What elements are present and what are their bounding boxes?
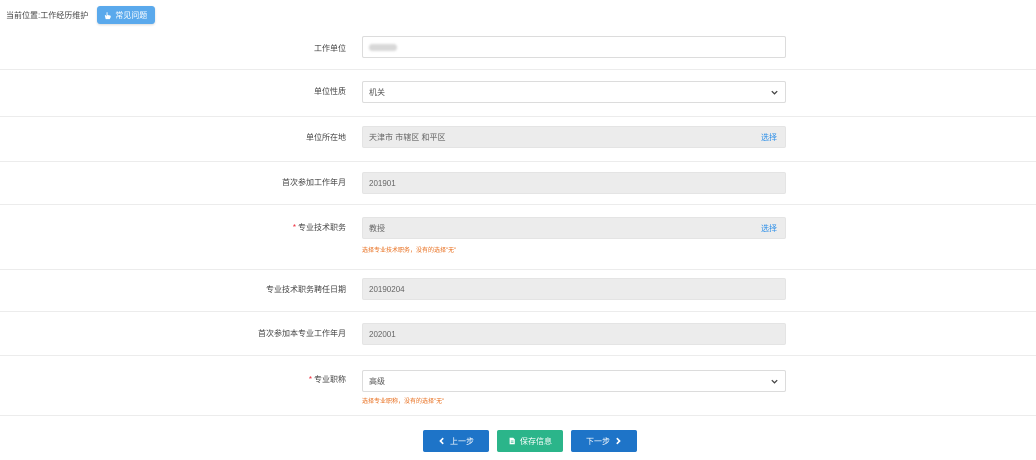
form-row-work-unit: 工作单位 (0, 30, 1036, 70)
next-step-button[interactable]: 下一步 (571, 430, 637, 452)
breadcrumb: 当前位置: 工作经历维护 常见问题 (6, 6, 156, 24)
professional-title-hint: 选择专业职称，没有的选择"无" (362, 399, 445, 405)
first-specialty-date-field: 202001 (362, 323, 786, 345)
form-row-first-specialty-date: 首次参加本专业工作年月 202001 (0, 312, 1036, 356)
unit-nature-select[interactable]: 机关 (362, 81, 786, 103)
unit-nature-value: 机关 (369, 87, 385, 97)
first-work-date-value: 201901 (369, 178, 396, 188)
professional-title-select[interactable]: 高级 (362, 370, 786, 392)
prev-step-label: 上一步 (450, 436, 474, 446)
chevron-down-icon (771, 90, 778, 95)
unit-location-value: 天津市 市辖区 和平区 (369, 132, 446, 142)
form-row-unit-nature: 单位性质 机关 (0, 70, 1036, 117)
unit-location-field: 天津市 市辖区 和平区 选择 (362, 126, 786, 148)
work-unit-label: 工作单位 (314, 44, 346, 53)
professional-title-label: * 专业职称 (308, 375, 346, 384)
document-icon (509, 437, 515, 445)
work-unit-value-redacted (369, 43, 397, 51)
chevron-down-icon (771, 379, 778, 384)
unit-nature-label: 单位性质 (314, 87, 346, 96)
breadcrumb-current: 工作经历维护 (40, 10, 89, 20)
work-unit-input[interactable] (362, 36, 786, 58)
breadcrumb-prefix: 当前位置: (6, 10, 41, 20)
tech-position-value: 教授 (369, 223, 385, 233)
chevron-left-icon (439, 437, 444, 445)
form-row-first-work-date: 首次参加工作年月 201901 (0, 162, 1036, 205)
unit-location-label: 单位所在地 (306, 133, 346, 142)
form-row-appointment-date: 专业技术职务聘任日期 20190204 (0, 270, 1036, 312)
professional-title-value: 高级 (369, 376, 385, 386)
form-row-professional-title: * 专业职称 高级 选择专业职称，没有的选择"无" (0, 356, 1036, 416)
appointment-date-label: 专业技术职务聘任日期 (266, 285, 346, 294)
required-marker: * (308, 375, 312, 384)
first-work-date-label: 首次参加工作年月 (282, 178, 346, 187)
faq-button[interactable]: 常见问题 (97, 6, 156, 24)
save-info-label: 保存信息 (520, 436, 552, 446)
appointment-date-field: 20190204 (362, 278, 786, 300)
prev-step-button[interactable]: 上一步 (423, 430, 489, 452)
tech-position-field: 教授 选择 (362, 217, 786, 239)
required-marker: * (292, 223, 296, 232)
faq-label: 常见问题 (115, 10, 148, 20)
tech-position-label: * 专业技术职务 (292, 223, 346, 232)
hand-pointer-icon (105, 11, 112, 19)
first-specialty-date-value: 202001 (369, 329, 396, 339)
save-info-button[interactable]: 保存信息 (497, 430, 563, 452)
next-step-label: 下一步 (586, 436, 610, 446)
chevron-right-icon (616, 437, 621, 445)
first-work-date-field: 201901 (362, 172, 786, 194)
form-row-tech-position: * 专业技术职务 教授 选择 选择专业技术职务，没有的选择"无" (0, 205, 1036, 270)
tech-position-select-link[interactable]: 选择 (761, 223, 777, 234)
first-specialty-date-label: 首次参加本专业工作年月 (258, 329, 346, 338)
work-history-page: 当前位置: 工作经历维护 常见问题 工作单位 单位性质 机关 单位所在地 天津市… (0, 0, 1036, 460)
unit-location-select-link[interactable]: 选择 (761, 132, 777, 143)
tech-position-hint: 选择专业技术职务，没有的选择"无" (362, 248, 457, 254)
appointment-date-value: 20190204 (369, 284, 405, 294)
form-row-unit-location: 单位所在地 天津市 市辖区 和平区 选择 (0, 117, 1036, 162)
